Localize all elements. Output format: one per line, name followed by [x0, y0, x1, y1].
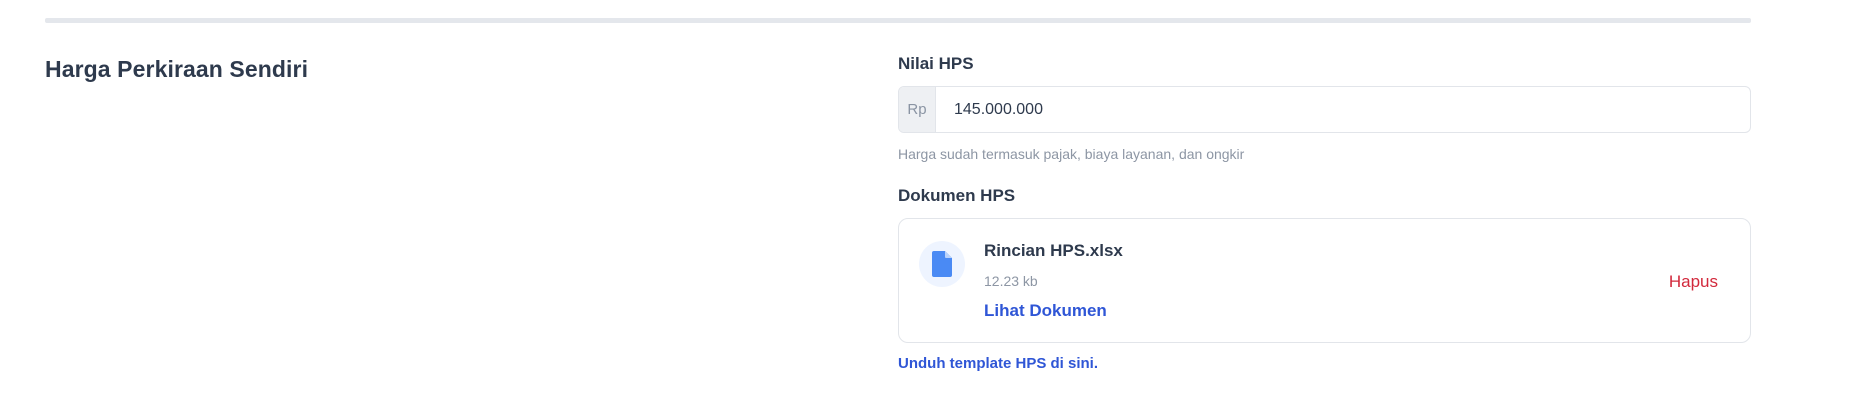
nilai-hps-label: Nilai HPS [898, 54, 974, 73]
view-document-link[interactable]: Lihat Dokumen [984, 301, 1107, 321]
file-size: 12.23 kb [984, 273, 1038, 289]
nilai-hps-input-group: Rp [898, 86, 1751, 133]
file-icon [919, 241, 965, 287]
nilai-hps-helper-text: Harga sudah termasuk pajak, biaya layana… [898, 146, 1245, 162]
file-name: Rincian HPS.xlsx [984, 241, 1123, 260]
nilai-hps-input[interactable] [936, 87, 1750, 132]
currency-prefix: Rp [899, 87, 936, 132]
delete-file-button[interactable]: Hapus [1669, 272, 1718, 292]
section-divider [45, 18, 1751, 23]
download-template-link[interactable]: Unduh template HPS di sini. [898, 355, 1098, 372]
uploaded-file-card: Rincian HPS.xlsx 12.23 kb Lihat Dokumen … [898, 218, 1751, 343]
dokumen-hps-label: Dokumen HPS [898, 186, 1016, 205]
section-title: Harga Perkiraan Sendiri [45, 56, 309, 82]
